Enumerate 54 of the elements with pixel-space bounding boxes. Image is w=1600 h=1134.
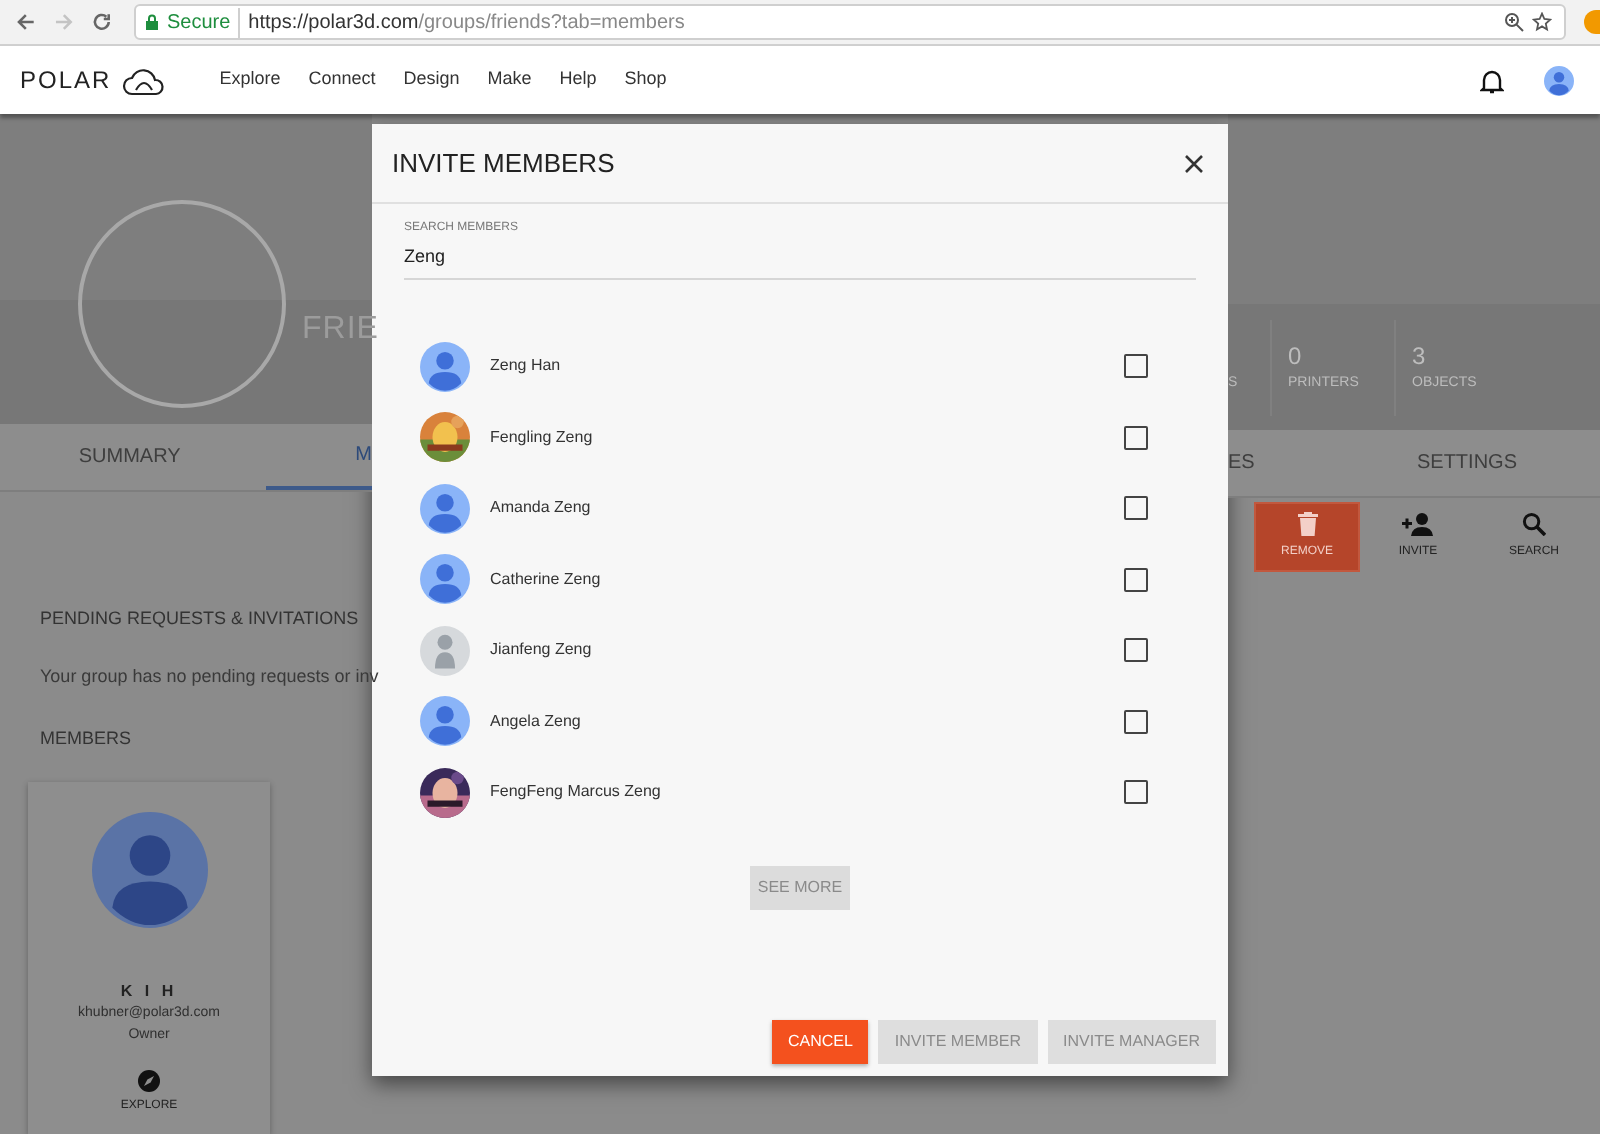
bell-icon[interactable]: [1480, 67, 1504, 93]
tab[interactable]: SUMMARY: [0, 423, 260, 489]
avatar-icon: [420, 554, 470, 605]
checkbox[interactable]: [1124, 425, 1148, 450]
url-text: https://polar3d.com/groups/friends?tab=members: [248, 9, 685, 37]
nav-link[interactable]: Help: [559, 66, 597, 94]
checkbox[interactable]: [1124, 709, 1148, 734]
member-result-name: Jianfeng Zeng: [490, 638, 594, 663]
cloud-logo-icon[interactable]: [121, 65, 166, 95]
member-avatar-icon: [91, 812, 207, 928]
tab[interactable]: SETTINGS: [1334, 430, 1600, 496]
checkbox[interactable]: [1124, 638, 1148, 663]
checkbox[interactable]: [1124, 354, 1148, 379]
member-result-name: FengFeng Marcus Zeng: [490, 780, 663, 805]
stat-value: 3: [1412, 340, 1426, 375]
nav-link[interactable]: Explore: [219, 66, 281, 94]
nav-link[interactable]: Shop: [624, 66, 667, 94]
member-result-name: Catherine Zeng: [490, 567, 603, 592]
zoom-icon[interactable]: [1504, 12, 1525, 32]
member-result-name: Angela Zeng: [490, 709, 583, 734]
close-icon[interactable]: [1184, 153, 1204, 173]
nav-link[interactable]: Design: [403, 66, 460, 94]
avatar-icon: [420, 341, 470, 392]
dialog-button[interactable]: CANCEL: [771, 1020, 869, 1064]
checkbox[interactable]: [1124, 780, 1148, 805]
avatar-icon: [420, 625, 470, 676]
section-heading: MEMBERS: [40, 725, 134, 751]
tab[interactable]: ES: [1228, 430, 1334, 496]
star-icon[interactable]: [1532, 12, 1553, 32]
member-result-name: Zeng Han: [490, 354, 563, 379]
avatar-icon: [420, 483, 470, 534]
lock-icon: [146, 14, 159, 30]
add-person-icon: [1402, 512, 1434, 536]
avatar-icon: [420, 696, 470, 747]
nav-link[interactable]: Make: [487, 66, 532, 94]
checkbox[interactable]: [1124, 496, 1148, 521]
nav-link[interactable]: Connect: [308, 66, 376, 94]
stat-value: 0: [1288, 340, 1302, 375]
address-bar[interactable]: Secure https://polar3d.com/groups/friends?tab=members: [134, 4, 1567, 40]
member-name: K I H: [120, 980, 178, 1004]
dialog-title: INVITE MEMBERS: [392, 145, 615, 182]
search-field[interactable]: Zeng: [404, 244, 1196, 279]
reload-icon[interactable]: [91, 12, 111, 32]
search-icon: [1522, 512, 1546, 536]
account-avatar-icon: [1544, 65, 1574, 95]
section-heading: PENDING REQUESTS & INVITATIONS: [40, 605, 361, 632]
member-result-name: Amanda Zeng: [490, 496, 593, 521]
compass-icon: [137, 1070, 160, 1092]
checkbox[interactable]: [1124, 567, 1148, 592]
secure-label: Secure: [166, 7, 241, 37]
trash-icon: [1297, 512, 1317, 536]
member-result-name: Fengling Zeng: [490, 425, 595, 450]
back-icon[interactable]: [16, 12, 36, 32]
logo-text[interactable]: POLAR: [20, 62, 112, 98]
